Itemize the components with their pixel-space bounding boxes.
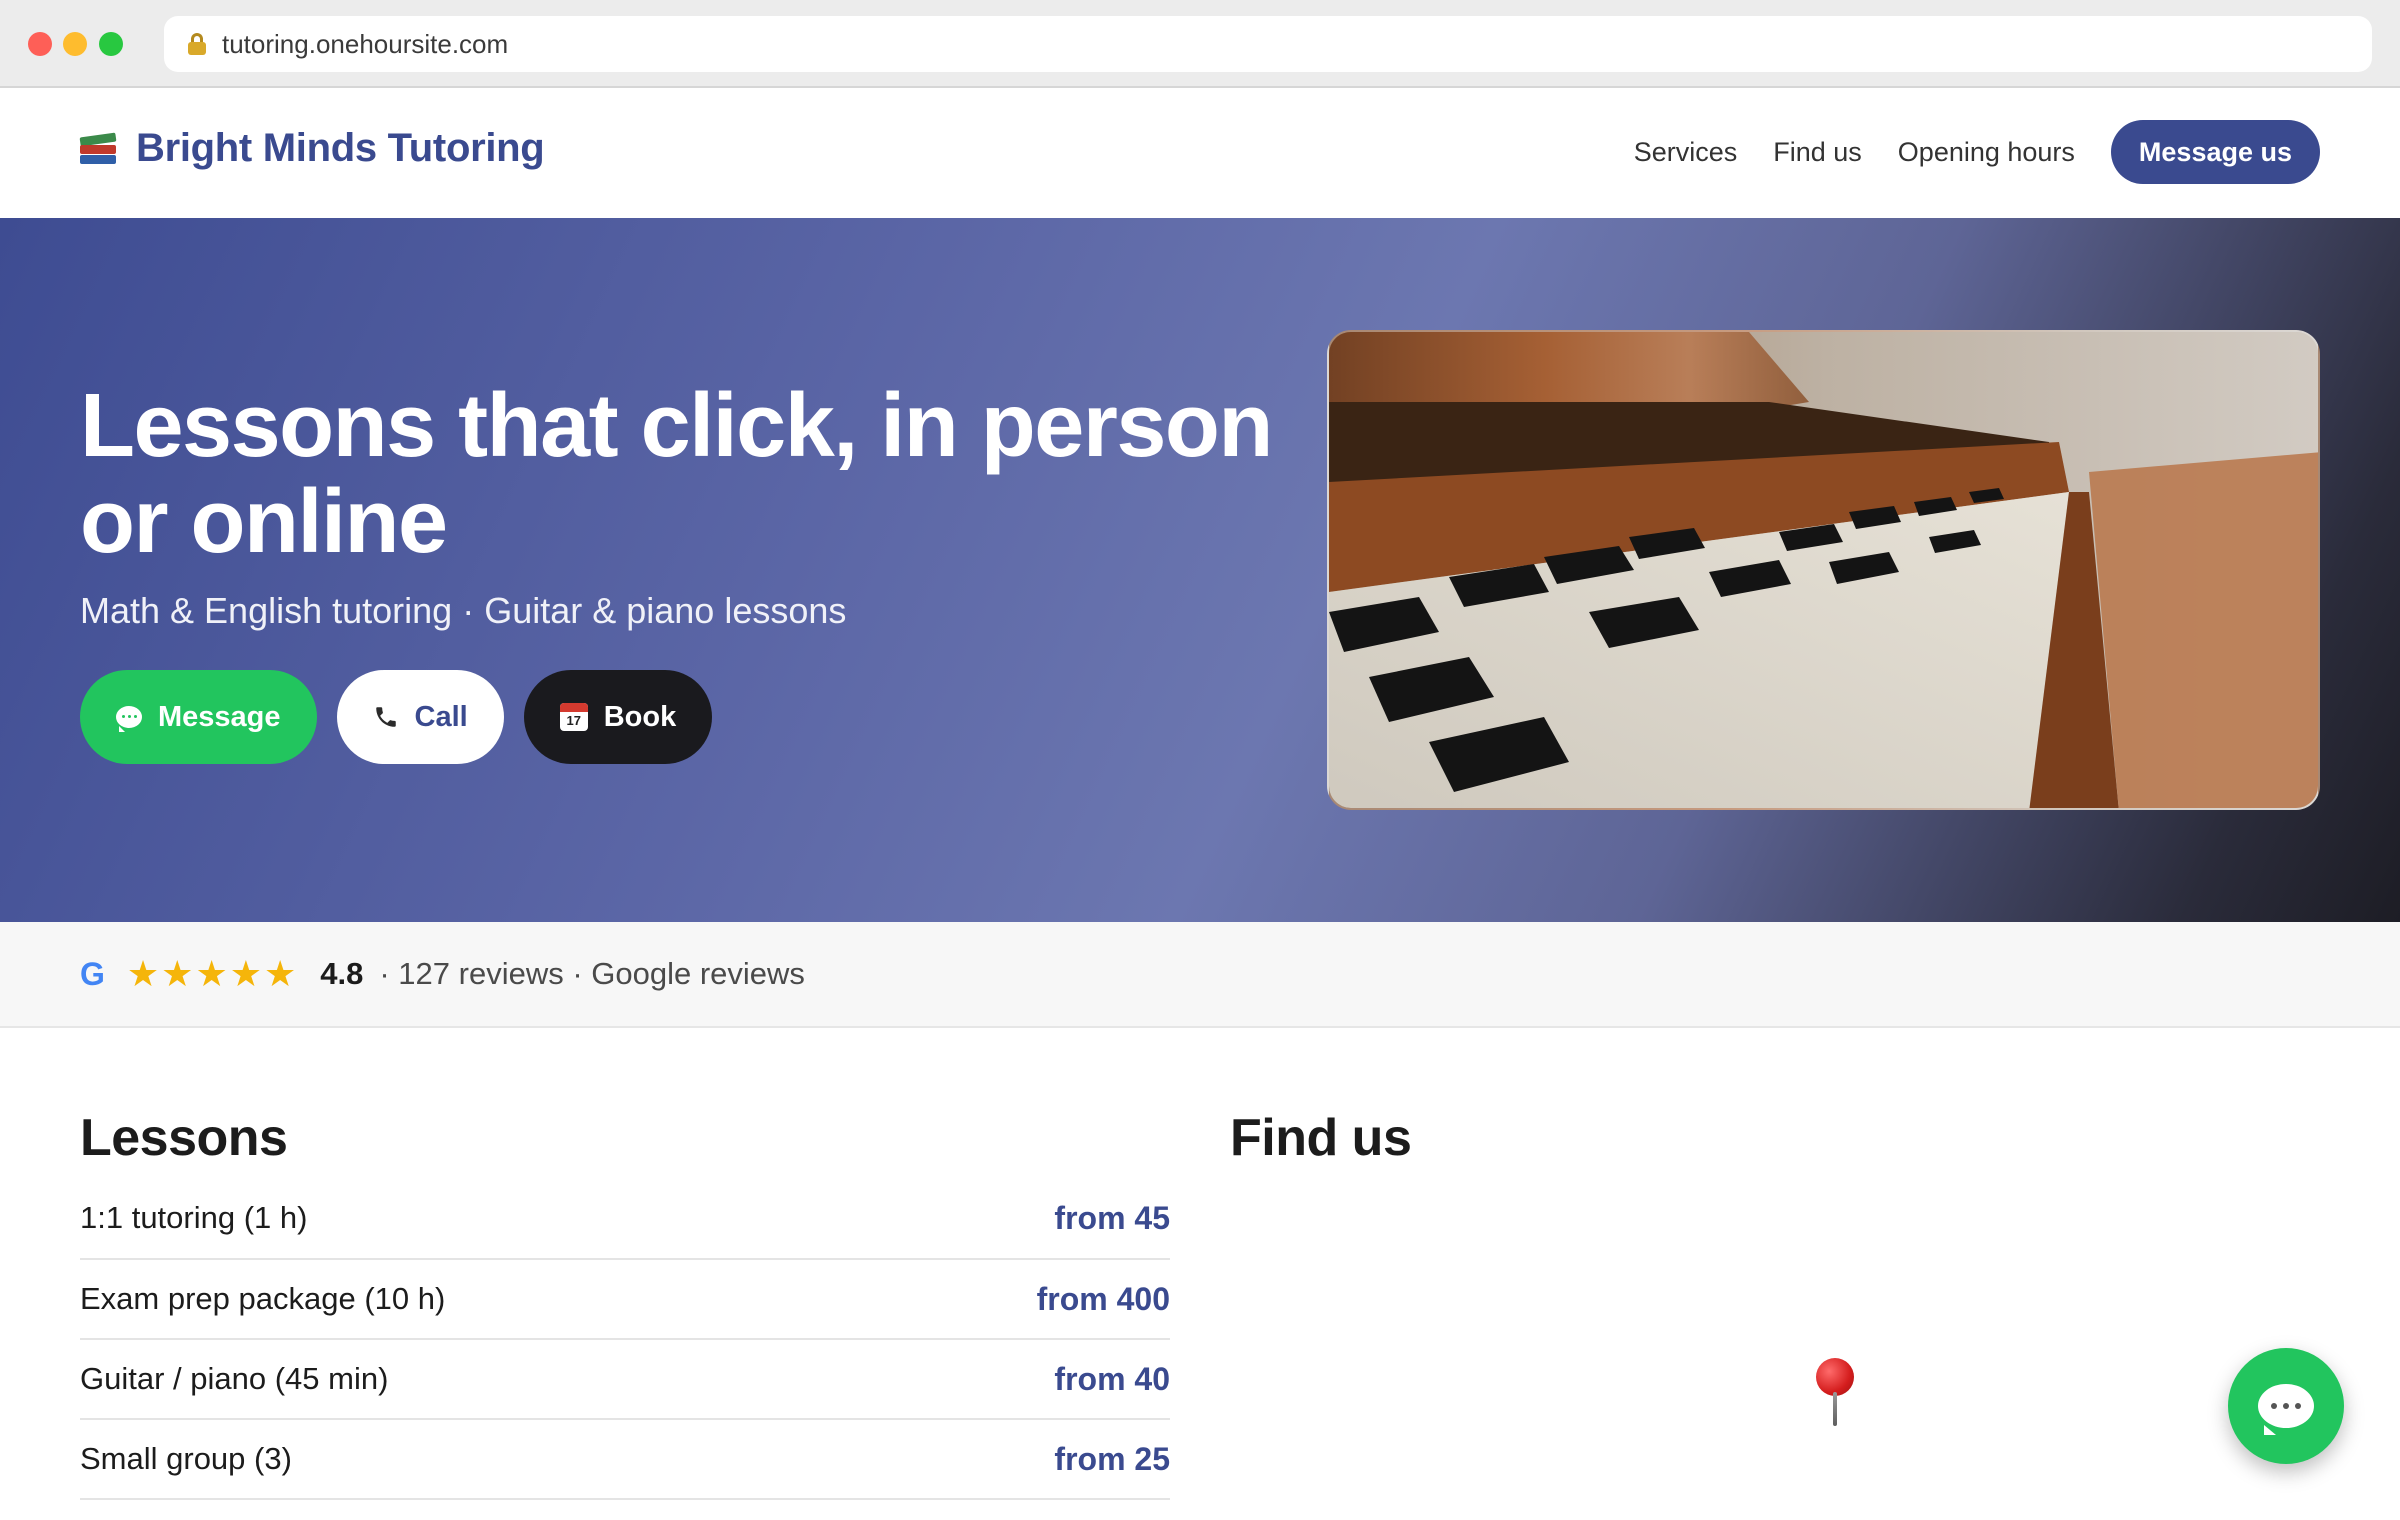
hero-section: Lessons that click, in person or online … [0, 218, 2400, 922]
piano-keys-illustration [1329, 332, 2318, 808]
brand-name: Bright Minds Tutoring [136, 126, 545, 170]
url-text: tutoring.onehoursite.com [222, 28, 509, 59]
list-item: Small group (3) from 25 [80, 1420, 1170, 1500]
hero-subtitle: Math & English tutoring · Guitar & piano… [80, 590, 847, 631]
brand-logo[interactable]: Bright Minds Tutoring [79, 126, 545, 171]
phone-icon [373, 704, 399, 730]
google-icon: G [80, 955, 105, 992]
books-icon [79, 131, 117, 167]
lesson-name: Exam prep package (10 h) [80, 1281, 446, 1316]
lessons-list: 1:1 tutoring (1 h) from 45 Exam prep pac… [80, 1200, 1170, 1500]
message-us-button[interactable]: Message us [2110, 120, 2320, 184]
message-button-label: Message [158, 700, 281, 733]
call-button[interactable]: Call [336, 670, 504, 764]
find-us-heading: Find us [1230, 1109, 1412, 1167]
lesson-name: 1:1 tutoring (1 h) [80, 1200, 308, 1235]
lesson-price: from 400 [1036, 1280, 1170, 1317]
window-close-button[interactable] [28, 32, 52, 56]
hero-cta-row: Message Call 17 Book [80, 670, 732, 764]
lesson-price: from 45 [1054, 1200, 1170, 1236]
map-pin-icon [1810, 1358, 1860, 1428]
window-minimize-button[interactable] [63, 32, 87, 56]
rating-stars: ★★★★★ [126, 953, 299, 994]
chat-button[interactable] [2228, 1348, 2344, 1464]
hero-piano-image [1327, 330, 2320, 810]
reviews-bar[interactable]: G ★★★★★ 4.8 · 127 reviews · Google revie… [0, 922, 2400, 1028]
chat-bubble-icon [116, 706, 142, 732]
lesson-price: from 40 [1054, 1360, 1170, 1397]
main-nav: Services Find us Opening hours Message u… [1634, 120, 2320, 184]
list-item: Exam prep package (10 h) from 400 [80, 1260, 1170, 1340]
lesson-name: Guitar / piano (45 min) [80, 1361, 389, 1396]
site-header: Bright Minds Tutoring Services Find us O… [0, 88, 2400, 218]
lessons-heading: Lessons [80, 1109, 288, 1167]
message-button[interactable]: Message [80, 670, 317, 764]
review-count: · 127 reviews · Google reviews [379, 956, 805, 991]
nav-link-services[interactable]: Services [1634, 137, 1738, 168]
book-button[interactable]: 17 Book [523, 670, 713, 764]
call-button-label: Call [414, 700, 468, 733]
browser-chrome: tutoring.onehoursite.com [0, 0, 2400, 88]
calendar-icon: 17 [559, 703, 588, 731]
window-maximize-button[interactable] [99, 32, 123, 56]
address-bar[interactable]: tutoring.onehoursite.com [164, 16, 2372, 72]
lock-icon [188, 33, 206, 55]
rating-value: 4.8 [320, 956, 364, 991]
lesson-name: Small group (3) [80, 1441, 292, 1476]
chat-bubble-icon [2258, 1384, 2314, 1435]
map-area[interactable] [1230, 1200, 2320, 1520]
list-item: 1:1 tutoring (1 h) from 45 [80, 1200, 1170, 1260]
lesson-price: from 25 [1054, 1440, 1170, 1477]
book-button-label: Book [603, 700, 677, 733]
nav-link-find-us[interactable]: Find us [1773, 137, 1862, 168]
hero-title: Lessons that click, in person or online [80, 376, 1273, 572]
nav-link-opening-hours[interactable]: Opening hours [1898, 137, 2075, 168]
list-item: Guitar / piano (45 min) from 40 [80, 1340, 1170, 1420]
